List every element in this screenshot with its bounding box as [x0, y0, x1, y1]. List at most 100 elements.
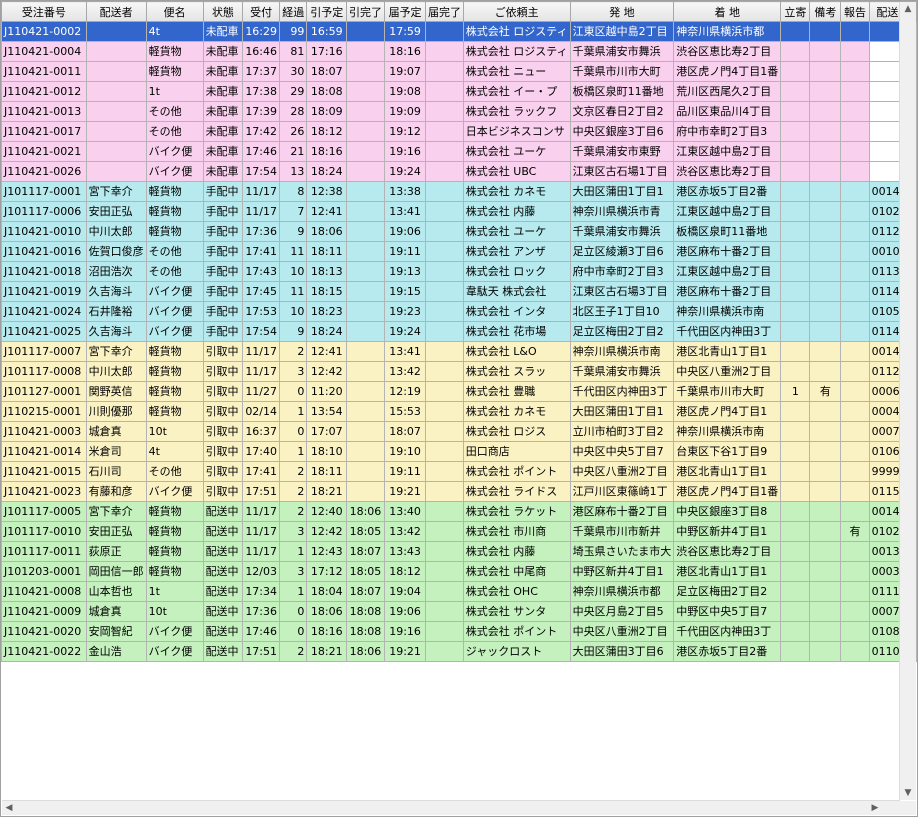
table-row[interactable]: J110421-0003 城倉真 10t 引取中 16:37 0 17:07 18:07 株式会… [1, 421, 917, 442]
cell-pickup-done[interactable] [346, 361, 385, 382]
column-header-stopover[interactable]: 立寄 [780, 1, 811, 22]
cell-pickup-plan[interactable]: 12:41 [306, 201, 348, 222]
cell-pickup-done[interactable] [346, 81, 385, 102]
cell-service[interactable]: 軽貨物 [145, 401, 204, 422]
cell-client[interactable]: 田口商店 [462, 441, 571, 462]
cell-stopover[interactable] [780, 341, 811, 362]
cell-status[interactable]: 引取中 [202, 361, 244, 382]
cell-client[interactable]: 株式会社 ポイント [462, 461, 571, 482]
cell-driver[interactable]: 中川太郎 [85, 361, 147, 382]
cell-report[interactable] [840, 561, 870, 582]
cell-destination[interactable]: 港区北青山1丁目1 [673, 561, 782, 582]
cell-remarks[interactable] [809, 121, 842, 142]
cell-destination[interactable]: 港区虎ノ門4丁目1 [673, 401, 782, 422]
cell-report[interactable] [840, 541, 870, 562]
cell-delivery-plan[interactable]: 17:59 [383, 21, 427, 42]
cell-origin[interactable]: 北区王子1丁目10 [569, 301, 675, 322]
cell-pickup-done[interactable] [346, 281, 385, 302]
cell-delivery-done[interactable] [425, 221, 464, 242]
cell-report[interactable] [840, 441, 870, 462]
cell-delivery-plan[interactable]: 19:13 [383, 261, 427, 282]
cell-order-no[interactable]: J110215-0001 [1, 401, 87, 422]
cell-pickup-done[interactable] [346, 321, 385, 342]
cell-elapsed[interactable]: 0 [279, 621, 308, 642]
table-row[interactable]: J101127-0001 関野英信 軽貨物 引取中 11/27 0 11:20 12:19 株式… [1, 381, 917, 402]
cell-elapsed[interactable]: 0 [279, 601, 308, 622]
cell-stopover[interactable] [780, 501, 811, 522]
cell-status[interactable]: 手配中 [202, 201, 244, 222]
cell-remarks[interactable] [809, 341, 842, 362]
cell-status[interactable]: 引取中 [202, 401, 244, 422]
cell-pickup-done[interactable] [346, 261, 385, 282]
cell-origin[interactable]: 神奈川県横浜市南 [569, 341, 675, 362]
cell-client[interactable]: 日本ビジネスコンサ [462, 121, 571, 142]
cell-elapsed[interactable]: 3 [279, 521, 308, 542]
table-row[interactable]: J110421-0015 石川司 その他 引取中 17:41 2 18:11 19:11 株式会… [1, 461, 917, 482]
cell-service[interactable]: 1t [145, 81, 204, 102]
cell-elapsed[interactable]: 1 [279, 441, 308, 462]
scroll-left-icon[interactable]: ◀ [2, 801, 16, 815]
column-header-service[interactable]: 便名 [145, 1, 204, 22]
cell-remarks[interactable] [809, 321, 842, 342]
cell-received[interactable]: 17:53 [242, 301, 281, 322]
cell-order-no[interactable]: J110421-0025 [1, 321, 87, 342]
cell-service[interactable]: 軽貨物 [145, 381, 204, 402]
cell-delivery-done[interactable] [425, 541, 464, 562]
cell-stopover[interactable] [780, 621, 811, 642]
cell-driver[interactable]: 沼田浩次 [85, 261, 147, 282]
cell-status[interactable]: 未配車 [202, 41, 244, 62]
cell-stopover[interactable] [780, 141, 811, 162]
cell-delivery-done[interactable] [425, 361, 464, 382]
cell-stopover[interactable] [780, 281, 811, 302]
cell-elapsed[interactable]: 29 [279, 81, 308, 102]
cell-delivery-plan[interactable]: 18:07 [383, 421, 427, 442]
column-header-delivery-done[interactable]: 届完了 [425, 1, 464, 22]
cell-pickup-plan[interactable]: 18:11 [306, 241, 348, 262]
cell-received[interactable]: 16:46 [242, 41, 281, 62]
cell-stopover[interactable]: 1 [780, 381, 811, 402]
cell-report[interactable] [840, 621, 870, 642]
cell-order-no[interactable]: J110421-0003 [1, 421, 87, 442]
cell-report[interactable] [840, 61, 870, 82]
cell-delivery-plan[interactable]: 19:08 [383, 81, 427, 102]
cell-pickup-plan[interactable]: 18:12 [306, 121, 348, 142]
cell-origin[interactable]: 中央区八重洲2丁目 [569, 621, 675, 642]
cell-elapsed[interactable]: 11 [279, 281, 308, 302]
cell-received[interactable]: 17:41 [242, 241, 281, 262]
cell-pickup-plan[interactable]: 18:24 [306, 321, 348, 342]
cell-pickup-done[interactable] [346, 101, 385, 122]
cell-client[interactable]: 株式会社 ライドス [462, 481, 571, 502]
cell-status[interactable]: 引取中 [202, 421, 244, 442]
cell-pickup-plan[interactable]: 12:43 [306, 541, 348, 562]
cell-service[interactable]: その他 [145, 461, 204, 482]
cell-destination[interactable]: 渋谷区恵比寿2丁目 [673, 161, 782, 182]
cell-remarks[interactable] [809, 561, 842, 582]
cell-stopover[interactable] [780, 201, 811, 222]
cell-delivery-done[interactable] [425, 241, 464, 262]
cell-client[interactable]: 株式会社 市川商 [462, 521, 571, 542]
cell-origin[interactable]: 大田区蒲田1丁目1 [569, 401, 675, 422]
cell-stopover[interactable] [780, 81, 811, 102]
cell-received[interactable]: 17:51 [242, 481, 281, 502]
cell-status[interactable]: 引取中 [202, 481, 244, 502]
cell-report[interactable] [840, 281, 870, 302]
cell-received[interactable]: 17:36 [242, 221, 281, 242]
cell-remarks[interactable] [809, 181, 842, 202]
table-row[interactable]: J101117-0001 宮下幸介 軽貨物 手配中 11/17 8 12:38 13:38 株式… [1, 181, 917, 202]
cell-received[interactable]: 11/17 [242, 341, 281, 362]
cell-pickup-plan[interactable]: 18:10 [306, 441, 348, 462]
cell-delivery-plan[interactable]: 13:42 [383, 361, 427, 382]
cell-elapsed[interactable]: 0 [279, 381, 308, 402]
cell-received[interactable]: 11/17 [242, 501, 281, 522]
cell-client[interactable]: 株式会社 イー・プ [462, 81, 571, 102]
cell-delivery-plan[interactable]: 19:15 [383, 281, 427, 302]
cell-pickup-done[interactable] [346, 121, 385, 142]
cell-client[interactable]: 株式会社 UBC [462, 161, 571, 182]
cell-order-no[interactable]: J101203-0001 [1, 561, 87, 582]
cell-pickup-plan[interactable]: 18:11 [306, 461, 348, 482]
cell-destination[interactable]: 中野区中央5丁目7 [673, 601, 782, 622]
cell-delivery-done[interactable] [425, 201, 464, 222]
cell-received[interactable]: 17:46 [242, 141, 281, 162]
cell-delivery-plan[interactable]: 13:41 [383, 341, 427, 362]
cell-delivery-done[interactable] [425, 441, 464, 462]
